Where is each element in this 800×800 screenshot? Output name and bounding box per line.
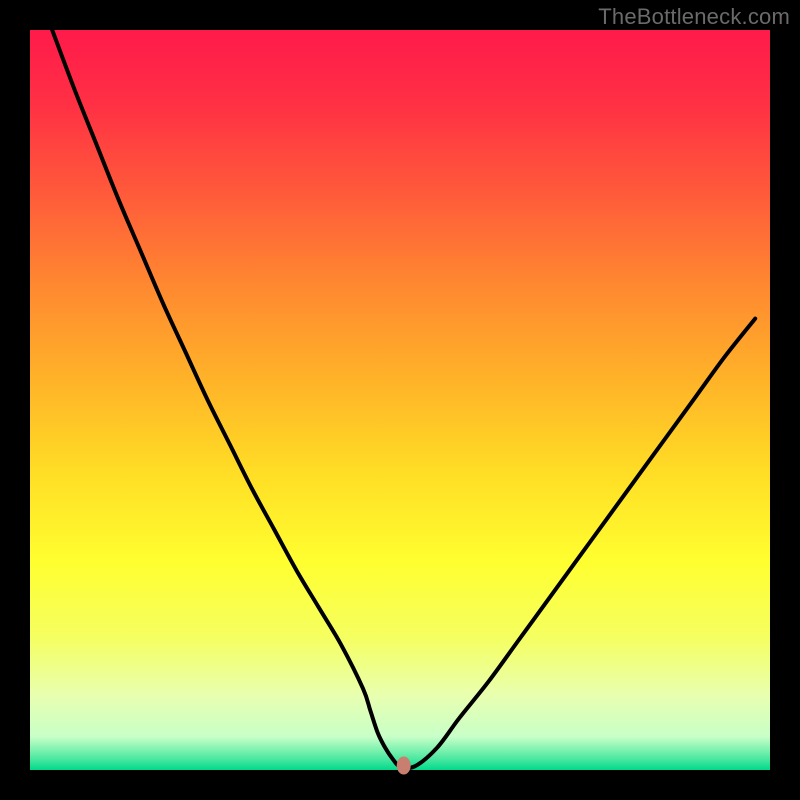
optimum-marker — [397, 757, 411, 775]
watermark-label: TheBottleneck.com — [598, 4, 790, 30]
plot-background — [30, 30, 770, 770]
bottleneck-chart — [0, 0, 800, 800]
chart-frame: TheBottleneck.com — [0, 0, 800, 800]
